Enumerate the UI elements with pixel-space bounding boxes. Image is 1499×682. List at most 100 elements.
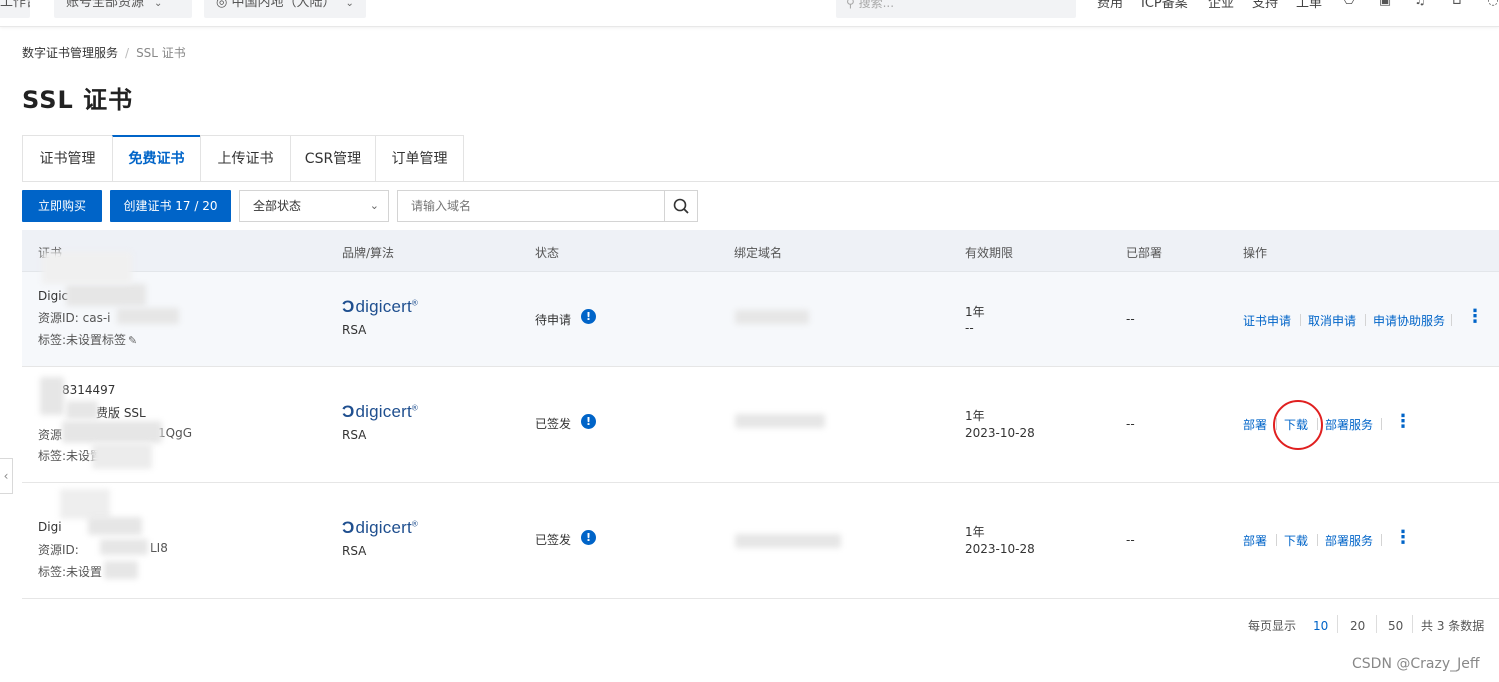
chevron-down-icon: ⌄ bbox=[369, 199, 379, 212]
redacted-block bbox=[88, 517, 142, 535]
search-icon: ⚲ bbox=[846, 0, 859, 10]
tab-free-certs[interactable]: 免费证书 bbox=[112, 135, 200, 182]
deploy-link[interactable]: 部署 bbox=[1243, 416, 1267, 433]
expiry-date: 2023-10-28 bbox=[965, 542, 1035, 556]
algorithm: RSA bbox=[342, 323, 367, 337]
action-separator bbox=[1451, 314, 1452, 326]
expiry-date: -- bbox=[965, 321, 974, 335]
status-filter-select[interactable]: 全部状态 ⌄ bbox=[239, 190, 389, 222]
more-actions-icon[interactable]: ⋮ bbox=[1394, 529, 1412, 547]
redacted-block bbox=[104, 561, 138, 579]
redacted-domain bbox=[735, 310, 809, 324]
table-row: Digi 资源ID: LI8 标签:未设置 Ͻdigicert® RSA 已签发… bbox=[22, 483, 1499, 599]
digicert-logo-icon: Ͻ bbox=[342, 297, 355, 316]
chevron-down-icon: ⌄ bbox=[345, 0, 354, 9]
cancel-apply-link[interactable]: 取消申请 bbox=[1308, 312, 1356, 329]
nav-link-ticket[interactable]: 工单 bbox=[1296, 0, 1322, 11]
action-separator bbox=[1300, 314, 1301, 326]
action-separator bbox=[1381, 534, 1382, 546]
action-separator bbox=[1381, 418, 1382, 430]
tab-bar: 证书管理 免费证书 上传证书 CSR管理 订单管理 bbox=[22, 135, 464, 182]
tabs-divider bbox=[22, 181, 1499, 182]
download-link[interactable]: 下载 bbox=[1284, 532, 1308, 549]
cert-type: 费版 SSL bbox=[96, 406, 146, 420]
assist-service-link[interactable]: 申请协助服务 bbox=[1373, 312, 1445, 329]
deployed-count: -- bbox=[1126, 312, 1135, 326]
breadcrumb-separator: / bbox=[125, 46, 130, 60]
digicert-logo: Ͻdigicert® bbox=[342, 297, 418, 316]
help-icon[interactable]: ◌ bbox=[1486, 0, 1499, 8]
redacted-block bbox=[60, 489, 110, 519]
redacted-domain bbox=[735, 414, 825, 428]
redacted-block bbox=[66, 284, 146, 306]
chevron-left-icon: ‹ bbox=[3, 469, 9, 483]
apply-cert-link[interactable]: 证书申请 bbox=[1243, 312, 1291, 329]
deploy-link[interactable]: 部署 bbox=[1243, 532, 1267, 549]
page-size-50[interactable]: 50 bbox=[1388, 619, 1403, 633]
breadcrumb-current: SSL 证书 bbox=[136, 46, 186, 60]
column-header-brand: 品牌/算法 bbox=[342, 246, 395, 260]
buy-now-button[interactable]: 立即购买 bbox=[22, 190, 102, 222]
create-cert-button[interactable]: 创建证书 17 / 20 bbox=[110, 190, 231, 222]
breadcrumb-root-link[interactable]: 数字证书管理服务 bbox=[22, 46, 118, 60]
algorithm: RSA bbox=[342, 544, 367, 558]
column-header-actions: 操作 bbox=[1243, 246, 1268, 260]
search-button[interactable] bbox=[664, 190, 698, 222]
tab-csr-management[interactable]: CSR管理 bbox=[290, 135, 375, 182]
domain-search-input[interactable] bbox=[397, 190, 665, 222]
more-actions-icon[interactable]: ⋮ bbox=[1394, 413, 1412, 431]
page-size-10[interactable]: 10 bbox=[1313, 619, 1328, 633]
cert-tag: 标签:未设置标签 ✎ bbox=[38, 333, 138, 347]
page-size-20[interactable]: 20 bbox=[1350, 619, 1365, 633]
info-icon[interactable]: ! bbox=[581, 414, 596, 429]
tab-upload-cert[interactable]: 上传证书 bbox=[200, 135, 290, 182]
deploy-service-link[interactable]: 部署服务 bbox=[1325, 416, 1373, 433]
resource-id-suffix: LI8 bbox=[150, 541, 168, 555]
tab-order-management[interactable]: 订单管理 bbox=[375, 135, 464, 182]
top-navigation-bar: 工作台 账号全部资源⌄ ◎ 中国内地（大陆）⌄ ⚲ 搜索... 费用 ICP备案… bbox=[0, 0, 1499, 27]
status-text: 已签发 bbox=[535, 533, 572, 547]
nav-link-support[interactable]: 支持 bbox=[1252, 0, 1278, 11]
status-text: 待申请 bbox=[535, 313, 572, 327]
redacted-block bbox=[66, 401, 98, 419]
validity-period: 1年 bbox=[965, 409, 985, 423]
column-header-status: 状态 bbox=[535, 246, 560, 260]
cert-name: Digic bbox=[38, 289, 69, 303]
digicert-logo-icon: Ͻ bbox=[342, 402, 355, 421]
redacted-block bbox=[62, 421, 162, 443]
info-icon[interactable]: ! bbox=[581, 309, 596, 324]
table-header: 证书 品牌/算法 状态 绑定域名 有效期限 已部署 操作 bbox=[22, 230, 1499, 272]
status-text: 已签发 bbox=[535, 417, 572, 431]
edit-icon[interactable]: ✎ bbox=[128, 334, 137, 347]
chevron-down-icon: ⌄ bbox=[154, 0, 163, 9]
digicert-logo-icon: Ͻ bbox=[342, 518, 355, 537]
validity-period: 1年 bbox=[965, 525, 985, 539]
nav-link-billing[interactable]: 费用 bbox=[1097, 0, 1123, 11]
breadcrumb: 数字证书管理服务 / SSL 证书 bbox=[22, 44, 186, 61]
action-separator bbox=[1365, 314, 1366, 326]
tab-cert-management[interactable]: 证书管理 bbox=[22, 135, 112, 182]
deploy-service-link[interactable]: 部署服务 bbox=[1325, 532, 1373, 549]
pager-separator bbox=[1337, 615, 1338, 633]
action-separator bbox=[1317, 534, 1318, 546]
column-header-deployed: 已部署 bbox=[1126, 246, 1163, 260]
total-count: 共 3 条数据 bbox=[1421, 619, 1485, 633]
global-search-input[interactable]: ⚲ 搜索... bbox=[836, 0, 1076, 18]
redacted-block bbox=[117, 308, 179, 324]
workbench-button[interactable]: 工作台 bbox=[0, 0, 30, 18]
nav-link-icp[interactable]: ICP备案 bbox=[1141, 0, 1188, 11]
region-dropdown[interactable]: ◎ 中国内地（大陆） ⌄ bbox=[204, 0, 366, 18]
nav-link-enterprise[interactable]: 企业 bbox=[1208, 0, 1234, 11]
bell-icon[interactable]: ♫ bbox=[1413, 0, 1427, 8]
more-actions-icon[interactable]: ⋮ bbox=[1466, 308, 1484, 326]
watermark: CSDN @Crazy_Jeff bbox=[1352, 656, 1480, 672]
account-scope-dropdown[interactable]: 账号全部资源 ⌄ bbox=[54, 0, 192, 18]
digicert-logo: Ͻdigicert® bbox=[342, 518, 418, 537]
page-size-label: 每页显示 bbox=[1248, 619, 1297, 633]
sidebar-expand-handle[interactable]: ‹ bbox=[0, 458, 13, 494]
cart-icon[interactable]: ⊔ bbox=[1450, 0, 1464, 8]
info-icon[interactable]: ! bbox=[581, 530, 596, 545]
cloud-shell-icon[interactable]: ⎔ bbox=[1342, 0, 1356, 8]
redacted-domain bbox=[735, 534, 841, 548]
terminal-icon[interactable]: ▣ bbox=[1378, 0, 1392, 8]
